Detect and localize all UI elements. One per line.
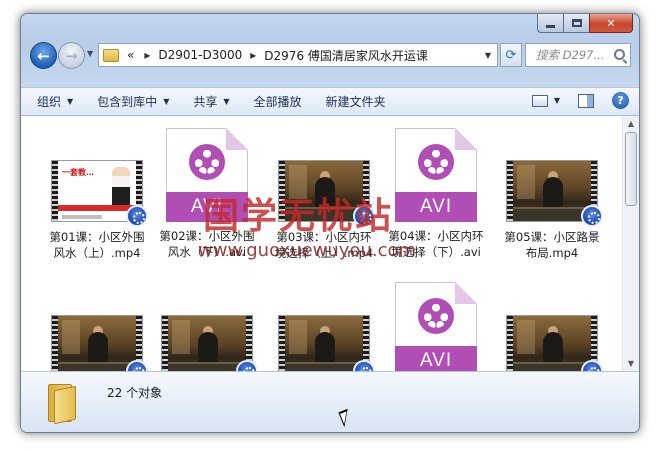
maximize-button[interactable]	[563, 14, 589, 33]
maximize-icon	[571, 19, 582, 27]
chevron-down-icon: ▼	[87, 49, 94, 58]
page-fold	[455, 282, 477, 304]
caption-buttons: ✕	[537, 14, 633, 33]
thumbnail-image: 一套教…	[58, 161, 136, 221]
preview-pane-icon[interactable]	[578, 93, 594, 108]
thumbnail-image	[513, 316, 591, 371]
arrow-left-icon: ←	[37, 46, 50, 65]
presenter-figure	[112, 167, 130, 207]
play-all-button[interactable]: 全部播放	[254, 93, 302, 110]
refresh-icon: ⟳	[505, 47, 517, 63]
media-player-icon	[126, 205, 148, 227]
thumbnail-strip	[58, 205, 136, 211]
file-item[interactable]	[152, 315, 262, 371]
address-segment-current[interactable]: D2976 傅国清居家风水开运课	[264, 47, 428, 64]
view-options-dropdown-icon[interactable]: ▼	[554, 96, 560, 105]
thumbnail-image	[513, 161, 591, 221]
include-in-library-menu[interactable]: 包含到库中 ▼	[97, 93, 169, 110]
chevron-down-icon: ▼	[223, 97, 230, 106]
recent-pages-dropdown[interactable]: ▼	[87, 49, 93, 58]
video-thumbnail	[506, 160, 603, 227]
new-folder-label: 新建文件夹	[325, 95, 386, 109]
arrow-right-icon: →	[65, 46, 78, 65]
file-name: 第05课：小区路景布局.mp4	[504, 230, 600, 260]
media-player-icon	[353, 360, 375, 371]
file-item[interactable]	[497, 315, 607, 371]
vertical-scrollbar[interactable]: ▲ ▼	[622, 116, 639, 371]
file-item[interactable]	[269, 315, 379, 371]
film-reel-icon	[418, 144, 454, 180]
file-item[interactable]: 一套教… 第01课：小区外围风水（上）.mp4	[42, 160, 152, 261]
thumbnail-caption	[62, 215, 102, 219]
minimize-icon	[546, 24, 555, 28]
share-label: 共享	[193, 95, 218, 109]
organize-label: 组织	[37, 95, 62, 109]
file-item[interactable]: 第05课：小区路景布局.mp4	[497, 160, 607, 261]
media-player-icon	[581, 205, 603, 227]
close-button[interactable]: ✕	[589, 14, 633, 33]
share-menu[interactable]: 共享 ▼	[193, 93, 229, 110]
file-item[interactable]: AVI	[381, 282, 491, 371]
avi-label: AVI	[395, 346, 477, 371]
play-all-label: 全部播放	[253, 95, 302, 109]
media-player-icon	[126, 360, 148, 371]
media-player-icon	[236, 360, 258, 371]
close-icon: ✕	[606, 16, 616, 30]
scrollbar-thumb[interactable]	[625, 132, 637, 206]
media-player-icon	[581, 360, 603, 371]
details-pane: 22 个对象	[21, 371, 639, 432]
avi-file-icon: AVI	[395, 282, 477, 371]
avi-label: AVI	[395, 192, 477, 222]
address-overflow[interactable]: «	[127, 48, 134, 62]
folder-icon	[103, 48, 119, 62]
thumbnail-image	[58, 316, 136, 371]
include-library-label: 包含到库中	[97, 95, 158, 109]
address-dropdown-icon[interactable]: ▼	[479, 44, 497, 66]
new-folder-button[interactable]: 新建文件夹	[326, 93, 386, 110]
address-segment-parent[interactable]: D2901-D3000	[158, 48, 242, 62]
search-icon[interactable]	[614, 49, 625, 60]
watermark-url: www.guoxuewuyou.com	[198, 240, 417, 261]
search-placeholder: 搜索 D297...	[536, 48, 605, 62]
page-fold	[455, 128, 477, 150]
avi-file-icon: AVI	[395, 128, 477, 222]
video-thumbnail: 一套教…	[51, 160, 148, 227]
view-options-icon[interactable]	[531, 94, 548, 107]
scroll-up-icon[interactable]: ▲	[626, 119, 636, 128]
thumbnail-image	[168, 316, 246, 371]
thumbnail-image	[285, 316, 363, 371]
organize-menu[interactable]: 组织 ▼	[37, 93, 73, 110]
search-input[interactable]: 搜索 D297...	[525, 43, 631, 67]
forward-button[interactable]: →	[58, 42, 85, 69]
chevron-down-icon: ▼	[67, 97, 74, 106]
video-thumbnail	[506, 315, 603, 371]
address-separator-icon[interactable]: ▸	[144, 48, 150, 62]
file-item[interactable]	[42, 315, 152, 371]
video-thumbnail	[161, 315, 258, 371]
refresh-button[interactable]: ⟳	[500, 43, 522, 67]
video-thumbnail	[51, 315, 148, 371]
address-bar[interactable]: « ▸ D2901-D3000 ▸ D2976 傅国清居家风水开运课 ▼	[98, 43, 498, 67]
film-reel-icon	[418, 298, 454, 334]
film-reel-icon	[189, 144, 225, 180]
watermark-text: 国学无忧站	[203, 195, 394, 237]
video-thumbnail	[278, 315, 375, 371]
command-toolbar: 组织 ▼ 包含到库中 ▼ 共享 ▼ 全部播放 新建文件夹 ▼ ?	[21, 87, 639, 116]
minimize-button[interactable]	[537, 14, 563, 33]
back-button[interactable]: ←	[30, 42, 57, 69]
chevron-down-icon: ▼	[163, 97, 170, 106]
navigation-bar: ← → ▼ « ▸ D2901-D3000 ▸ D2976 傅国清居家风水开运课…	[21, 40, 639, 74]
item-count: 22 个对象	[107, 386, 163, 400]
toolbar-right-group: ▼ ?	[531, 92, 629, 109]
folder-icon	[48, 384, 78, 425]
file-name: 第01课：小区外围风水（上）.mp4	[49, 230, 145, 260]
help-icon[interactable]: ?	[612, 92, 629, 109]
page-fold	[226, 128, 248, 150]
scroll-down-icon[interactable]: ▼	[626, 359, 636, 368]
address-separator-icon[interactable]: ▸	[250, 48, 256, 62]
